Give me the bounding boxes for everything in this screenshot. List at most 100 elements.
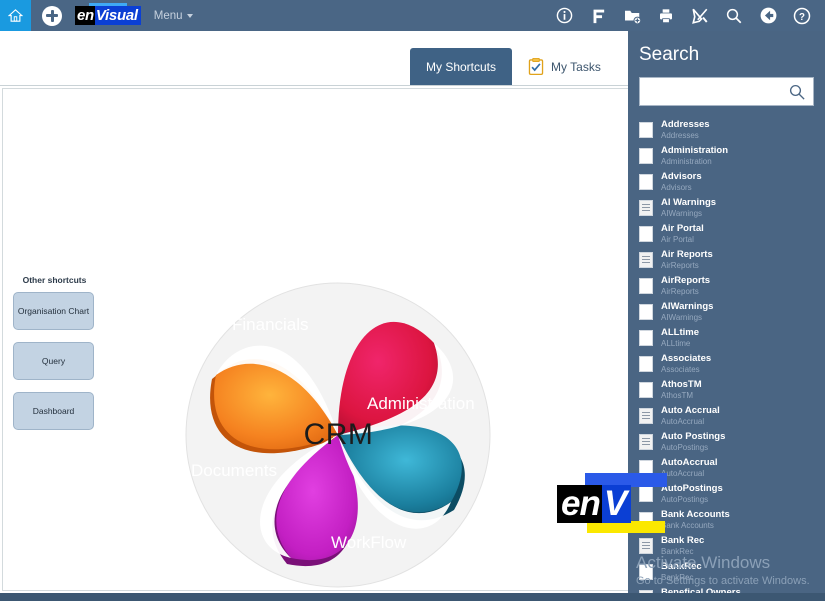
info-button[interactable]	[547, 0, 581, 31]
search-result-item[interactable]: Auto Postings AutoPostings	[628, 429, 825, 455]
other-shortcuts-title: Other shortcuts	[22, 275, 87, 285]
svg-text:?: ?	[799, 11, 805, 22]
search-panel: Search Addresses Addresses Administration A…	[628, 31, 825, 601]
tab-my-tasks-label: My Tasks	[551, 59, 601, 74]
content-logo-text-visual: V	[601, 485, 632, 523]
search-result-label: Air Portal	[661, 223, 704, 235]
blank-page-icon	[639, 148, 653, 164]
document-icon	[639, 252, 653, 268]
search-panel-title: Search	[639, 44, 700, 65]
header-icon-group: ?	[547, 0, 825, 31]
search-result-subtitle: Bank Accounts	[661, 520, 714, 530]
help-button[interactable]: ?	[785, 0, 819, 31]
search-result-label: AthosTM	[661, 379, 702, 391]
search-result-item[interactable]: ALLtime ALLtime	[628, 325, 825, 351]
blank-page-icon	[639, 174, 653, 190]
search-button[interactable]	[717, 0, 751, 31]
search-result-item[interactable]: Air Portal Air Portal	[628, 221, 825, 247]
blank-page-icon	[639, 122, 653, 138]
search-result-item[interactable]: Air Reports AirReports	[628, 247, 825, 273]
search-result-item[interactable]: BankRec BankRec	[628, 559, 825, 585]
tab-my-shortcuts[interactable]: My Shortcuts	[410, 48, 513, 85]
search-icon	[726, 8, 742, 23]
search-input[interactable]	[639, 77, 814, 106]
search-result-subtitle: AutoPostings	[661, 494, 709, 504]
print-button[interactable]	[649, 0, 683, 31]
other-shortcuts-panel: Other shortcuts Organisation Chart Query…	[13, 275, 96, 442]
add-button[interactable]	[42, 5, 62, 26]
search-result-item[interactable]: AirReports AirReports	[628, 273, 825, 299]
search-result-label: AI Warnings	[661, 197, 717, 209]
search-result-item[interactable]: Administration Administration	[628, 143, 825, 169]
search-result-label: Bank Accounts	[661, 509, 730, 521]
document-icon	[639, 434, 653, 450]
search-result-text: Administration Administration	[661, 146, 728, 166]
home-button[interactable]	[0, 0, 31, 31]
tab-my-tasks[interactable]: My Tasks	[512, 48, 617, 85]
search-result-subtitle: AutoAccrual	[661, 468, 705, 478]
search-result-label: AutoAccrual	[661, 457, 718, 469]
shortcut-dashboard[interactable]: Dashboard	[13, 392, 94, 430]
flag-button[interactable]	[581, 0, 615, 31]
blank-page-icon	[639, 486, 653, 502]
menu-label: Menu	[153, 9, 183, 22]
app-logo[interactable]: en Visual	[75, 3, 141, 25]
shortcut-query[interactable]: Query	[13, 342, 94, 380]
search-result-subtitle: Addresses	[661, 130, 699, 140]
search-result-subtitle: ALLtime	[661, 338, 691, 348]
search-result-text: Auto Postings AutoPostings	[661, 432, 725, 452]
search-result-text: Air Reports AirReports	[661, 250, 713, 270]
crm-pinwheel-graphic: CRM Financials Administration WorkFlow D…	[181, 275, 496, 595]
search-result-item[interactable]: AI Warnings AIWarnings	[628, 195, 825, 221]
clipboard-check-icon	[528, 57, 544, 75]
search-result-subtitle: AIWarnings	[661, 312, 703, 322]
search-result-text: AirReports AirReports	[661, 276, 710, 296]
search-result-label: BankRec	[661, 561, 702, 573]
search-result-label: Auto Accrual	[661, 405, 720, 417]
search-result-item[interactable]: Advisors Advisors	[628, 169, 825, 195]
back-button[interactable]	[751, 0, 785, 31]
search-result-item[interactable]: AIWarnings AIWarnings	[628, 299, 825, 325]
search-result-label: Addresses	[661, 119, 710, 131]
tools-button[interactable]	[683, 0, 717, 31]
blank-page-icon	[639, 304, 653, 320]
tab-list: My Shortcuts My Tasks	[0, 48, 703, 85]
home-icon	[8, 9, 23, 22]
search-result-subtitle: BankRec	[661, 572, 694, 582]
search-result-text: ALLtime ALLtime	[661, 328, 699, 348]
bottom-status-strip	[0, 593, 825, 601]
logo-text-visual: Visual	[94, 6, 141, 25]
search-result-subtitle: BankRec	[661, 546, 694, 556]
search-result-item[interactable]: Associates Associates	[628, 351, 825, 377]
search-result-label: AutoPostings	[661, 483, 723, 495]
search-result-item[interactable]: Auto Accrual AutoAccrual	[628, 403, 825, 429]
search-result-item[interactable]: Addresses Addresses	[628, 117, 825, 143]
blank-page-icon	[639, 564, 653, 580]
menu-dropdown[interactable]: Menu	[154, 10, 193, 22]
shortcut-organisation-chart[interactable]: Organisation Chart	[13, 292, 94, 330]
search-result-text: BankRec BankRec	[661, 562, 702, 582]
search-result-subtitle: Advisors	[661, 182, 692, 192]
search-result-text: Bank Accounts Bank Accounts	[661, 510, 730, 530]
search-result-label: Auto Postings	[661, 431, 726, 443]
blank-page-icon	[639, 356, 653, 372]
search-result-subtitle: Associates	[661, 364, 700, 374]
search-result-item[interactable]: AthosTM AthosTM	[628, 377, 825, 403]
search-result-text: Air Portal Air Portal	[661, 224, 704, 244]
document-icon	[639, 408, 653, 424]
chevron-down-icon	[186, 13, 193, 18]
blank-page-icon	[639, 330, 653, 346]
search-result-item[interactable]: Bank Rec BankRec	[628, 533, 825, 559]
search-result-subtitle: AIWarnings	[661, 208, 703, 218]
search-result-subtitle: AthosTM	[661, 390, 694, 400]
top-header-bar: en Visual Menu ?	[0, 0, 825, 31]
new-folder-button[interactable]	[615, 0, 649, 31]
search-result-text: Addresses Addresses	[661, 120, 710, 140]
search-result-text: AI Warnings AIWarnings	[661, 198, 716, 218]
search-result-text: Advisors Advisors	[661, 172, 702, 192]
plus-icon	[46, 9, 58, 22]
search-result-text: Associates Associates	[661, 354, 711, 374]
content-logo-text-en: en	[557, 485, 602, 523]
search-result-label: AirReports	[661, 275, 711, 287]
search-result-text: Auto Accrual AutoAccrual	[661, 406, 720, 426]
